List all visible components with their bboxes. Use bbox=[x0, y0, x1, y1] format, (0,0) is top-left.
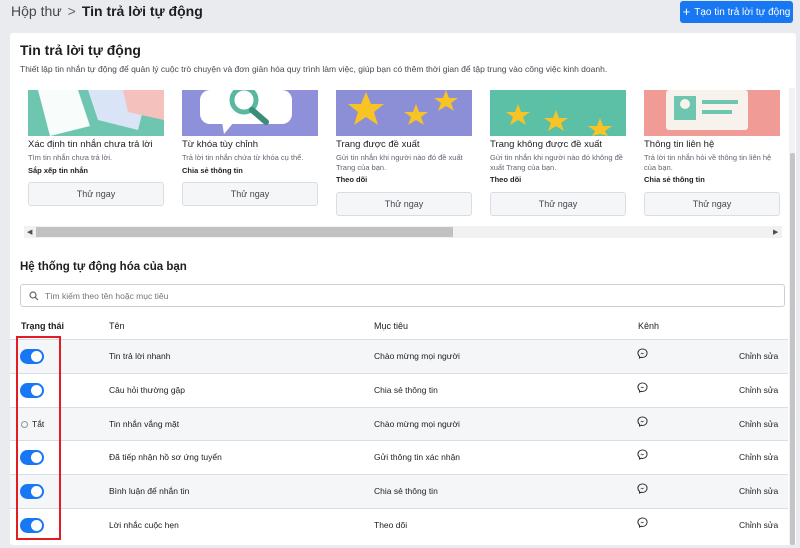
breadcrumb: Hộp thư > Tin trả lời tự động bbox=[11, 3, 203, 19]
try-now-button[interactable]: Thử ngay bbox=[28, 182, 164, 206]
automations-title: Hệ thống tự động hóa của bạn bbox=[20, 261, 187, 273]
create-auto-reply-button[interactable]: + Tạo tin trả lời tự động bbox=[680, 1, 793, 23]
status-highlight-box bbox=[16, 336, 61, 540]
try-now-button[interactable]: Thử ngay bbox=[490, 192, 626, 216]
automation-goal: Chia sẻ thông tin bbox=[374, 486, 438, 496]
template-image-not-recommended bbox=[490, 90, 626, 136]
template-tag: Sắp xếp tin nhắn bbox=[28, 165, 89, 175]
automation-name: Câu hỏi thường gặp bbox=[109, 385, 186, 395]
messenger-icon bbox=[637, 449, 648, 460]
automation-goal: Theo dõi bbox=[374, 520, 408, 530]
template-description: Gửi tin nhắn khi người nào đó không đề x… bbox=[490, 153, 623, 172]
messenger-icon bbox=[637, 348, 648, 359]
template-image-unanswered bbox=[28, 90, 164, 136]
plus-icon: + bbox=[682, 4, 691, 19]
messenger-icon bbox=[637, 382, 648, 393]
auto-reply-card: Tin trả lời tự động Thiết lập tin nhắn t… bbox=[10, 33, 796, 545]
table-header: Trạng thái Tên Mục tiêu Kênh bbox=[10, 317, 788, 339]
table-row: Câu hỏi thường gặp Chia sẻ thông tin Chỉnh… bbox=[10, 373, 788, 407]
template-tag: Theo dõi bbox=[490, 175, 522, 184]
template-description: Tìm tin nhắn chưa trả lời. bbox=[28, 153, 113, 162]
scroll-left-icon[interactable]: ◀ bbox=[27, 228, 32, 236]
horizontal-scroll-thumb[interactable] bbox=[36, 227, 453, 237]
vertical-scrollbar[interactable] bbox=[789, 88, 795, 545]
table-row: Đã tiếp nhận hồ sơ ứng tuyển Gửi thông ti… bbox=[10, 440, 788, 474]
search-input[interactable] bbox=[45, 290, 745, 301]
messenger-icon bbox=[637, 483, 648, 494]
column-goal: Mục tiêu bbox=[374, 321, 409, 331]
horizontal-scrollbar[interactable]: ◀ ▶ bbox=[24, 226, 782, 238]
automation-goal: Gửi thông tin xác nhận bbox=[374, 452, 461, 462]
edit-link[interactable]: Chỉnh sửa bbox=[739, 385, 778, 395]
table-row: Lời nhắc cuộc hẹn Theo dõi Chỉnh sửa bbox=[10, 508, 788, 542]
template-card-recommended: Trang được đề xuất Gửi tin nhắn khi ngườ… bbox=[336, 90, 472, 216]
template-title: Thông tin liên hệ bbox=[644, 139, 715, 150]
table-row: Tắt Tin nhắn vắng mặt Chào mừng mọi người C… bbox=[10, 407, 788, 441]
template-tag: Theo dõi bbox=[336, 175, 368, 184]
template-image-contact-info bbox=[644, 90, 780, 136]
automation-name: Bình luận để nhắn tin bbox=[109, 486, 190, 496]
edit-link[interactable]: Chỉnh sửa bbox=[739, 486, 778, 496]
breadcrumb-separator: > bbox=[67, 3, 76, 19]
vertical-scroll-thumb[interactable] bbox=[790, 153, 795, 545]
column-channel: Kênh bbox=[638, 321, 660, 331]
automation-name: Đã tiếp nhận hồ sơ ứng tuyển bbox=[109, 452, 222, 462]
top-bar: Hộp thư > Tin trả lời tự động + Tạo tin … bbox=[0, 0, 800, 28]
template-card-contact-info: Thông tin liên hệ Trả lời tin nhắn hỏi v… bbox=[644, 90, 780, 216]
automation-name: Tin trả lời nhanh bbox=[109, 351, 171, 361]
messenger-icon bbox=[637, 517, 648, 528]
edit-link[interactable]: Chỉnh sửa bbox=[739, 452, 778, 462]
automation-name: Tin nhắn vắng mặt bbox=[109, 419, 180, 429]
template-carousel: Xác định tin nhắn chưa trả lời Tìm tin n… bbox=[10, 90, 788, 227]
table-row: Bình luận để nhắn tin Chia sẻ thông tin Ch… bbox=[10, 474, 788, 508]
template-description: Gửi tin nhắn khi người nào đó đề xuất Tr… bbox=[336, 153, 463, 172]
automation-name: Lời nhắc cuộc hẹn bbox=[109, 520, 179, 530]
breadcrumb-root[interactable]: Hộp thư bbox=[11, 3, 62, 19]
search-icon bbox=[29, 290, 39, 300]
column-status: Trạng thái bbox=[21, 321, 65, 331]
template-image-keywords bbox=[182, 90, 318, 136]
template-card-keywords: Từ khóa tùy chỉnh Trả lời tin nhắn chứa … bbox=[182, 90, 318, 206]
try-now-button[interactable]: Thử ngay bbox=[182, 182, 318, 206]
table-row: Tin trả lời nhanh Chào mừng mọi người Chỉn… bbox=[10, 339, 788, 373]
template-description: Trả lời tin nhắn hỏi về thông tin liên h… bbox=[644, 153, 772, 172]
automation-goal: Chia sẻ thông tin bbox=[374, 385, 438, 395]
edit-link[interactable]: Chỉnh sửa bbox=[739, 520, 778, 530]
edit-link[interactable]: Chỉnh sửa bbox=[739, 351, 778, 361]
template-title: Trang không được đề xuất bbox=[490, 139, 603, 150]
scroll-right-icon[interactable]: ▶ bbox=[773, 228, 778, 236]
template-image-recommended bbox=[336, 90, 472, 136]
column-name: Tên bbox=[109, 321, 125, 331]
template-tag: Chia sẻ thông tin bbox=[182, 165, 243, 175]
template-card-unanswered: Xác định tin nhắn chưa trả lời Tìm tin n… bbox=[28, 90, 164, 206]
messenger-icon bbox=[637, 416, 648, 427]
template-card-not-recommended: Trang không được đề xuất Gửi tin nhắn kh… bbox=[490, 90, 626, 216]
try-now-button[interactable]: Thử ngay bbox=[644, 192, 780, 216]
template-title: Từ khóa tùy chỉnh bbox=[182, 139, 259, 150]
template-title: Trang được đề xuất bbox=[336, 139, 420, 150]
automation-goal: Chào mừng mọi người bbox=[374, 351, 460, 361]
automation-goal: Chào mừng mọi người bbox=[374, 419, 460, 429]
edit-link[interactable]: Chỉnh sửa bbox=[739, 419, 778, 429]
template-description: Trả lời tin nhắn chứa từ khóa cụ thể. bbox=[182, 153, 304, 162]
section-title: Tin trả lời tự động bbox=[20, 42, 141, 58]
template-tag: Chia sẻ thông tin bbox=[644, 175, 705, 184]
create-auto-reply-label: Tạo tin trả lời tự động bbox=[694, 6, 791, 18]
page-title: Tin trả lời tự động bbox=[81, 3, 203, 19]
try-now-button[interactable]: Thử ngay bbox=[336, 192, 472, 216]
template-title: Xác định tin nhắn chưa trả lời bbox=[28, 139, 153, 150]
section-description: Thiết lập tin nhắn tự động để quản lý cu… bbox=[20, 64, 608, 74]
search-field[interactable] bbox=[20, 284, 785, 307]
